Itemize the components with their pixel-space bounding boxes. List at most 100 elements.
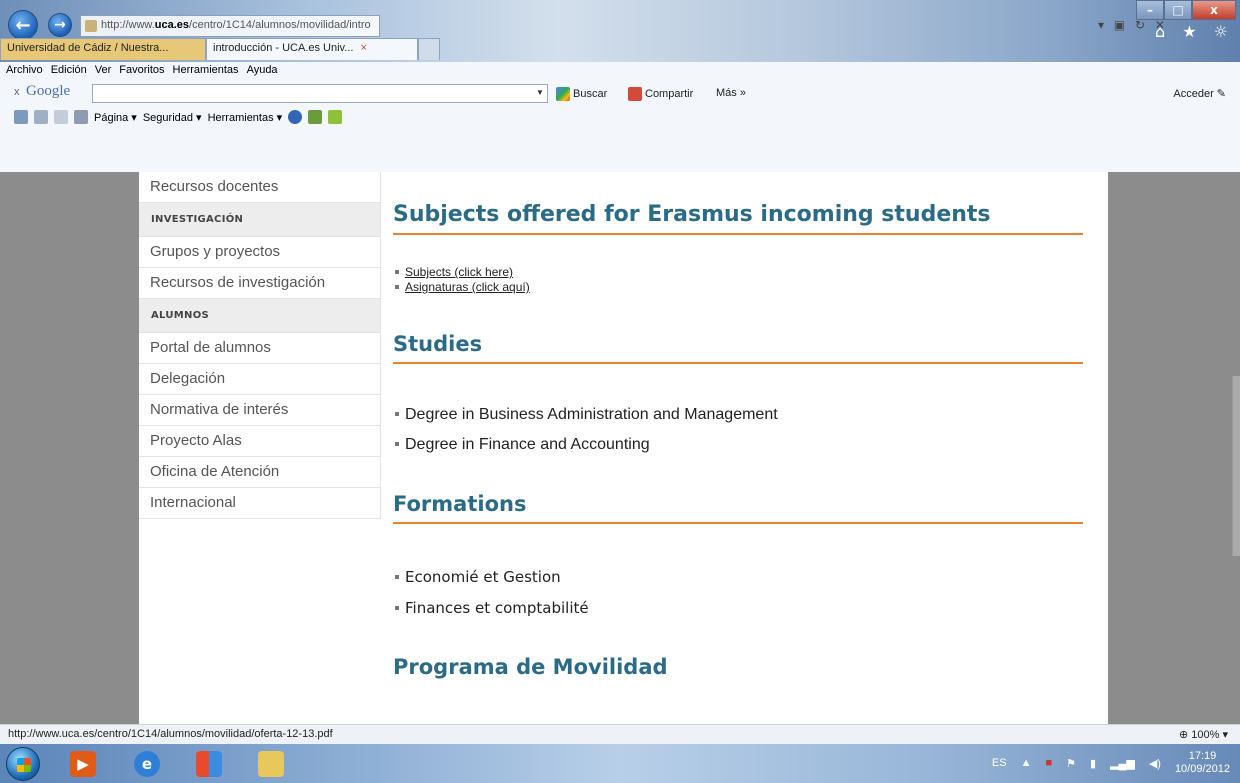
start-button[interactable] <box>6 747 40 781</box>
zoom-level: 100% <box>1191 729 1220 741</box>
sidebar-item-normativa[interactable]: Normativa de interés <box>139 395 380 426</box>
taskbar-security[interactable] <box>186 747 232 781</box>
google-search-input[interactable] <box>92 84 548 103</box>
bullet-icon <box>395 411 399 416</box>
list-item: Degree in Business Administration and Ma… <box>393 406 1083 424</box>
menu-seguridad[interactable]: Seguridad ▾ <box>143 111 202 124</box>
bullet-icon <box>395 574 399 579</box>
tab-introduccion[interactable]: introducción - UCA.es Univ... × <box>206 38 418 60</box>
google-toolbar: x Google ▼ Buscar Compartir Más » Accede… <box>0 80 1240 106</box>
google-share-label: Compartir <box>645 88 694 100</box>
address-bar[interactable]: http://www.uca.es/centro/1C14/alumnos/mo… <box>80 15 380 37</box>
close-window-button[interactable]: x <box>1192 0 1236 20</box>
minimize-button[interactable]: – <box>1136 0 1164 20</box>
formation-economie[interactable]: Economié et Gestion <box>405 568 561 586</box>
menu-favoritos[interactable]: Favoritos <box>119 64 164 78</box>
studies-list: Degree in Business Administration and Ma… <box>393 406 1083 454</box>
language-indicator[interactable]: ES <box>992 757 1007 769</box>
page-viewport[interactable]: Recursos docentes INVESTIGACIÓN Grupos y… <box>0 172 1240 724</box>
google-share-button[interactable]: Compartir <box>628 87 693 101</box>
sidebar-item-recursos-docentes[interactable]: Recursos docentes <box>139 172 380 203</box>
taskbar-clock[interactable]: 17:19 10/09/2012 <box>1175 750 1230 776</box>
taskbar-internet-explorer[interactable]: e <box>124 747 170 781</box>
site-favicon-icon <box>85 20 97 32</box>
forward-button[interactable]: → <box>48 13 72 37</box>
sidebar-item-internacional[interactable]: Internacional <box>139 488 380 519</box>
menu-edicion[interactable]: Edición <box>51 64 87 78</box>
menu-herramientas[interactable]: Herramientas <box>173 64 239 78</box>
google-signin-button[interactable]: Acceder ✎ <box>1173 87 1226 101</box>
taskbar-media-player[interactable]: ▶ <box>60 747 106 781</box>
back-button[interactable]: ← <box>8 10 38 40</box>
taskbar-file-explorer[interactable] <box>248 747 294 781</box>
sidebar-item-oficina[interactable]: Oficina de Atención <box>139 457 380 488</box>
maximize-button[interactable]: □ <box>1164 0 1192 20</box>
sidebar-item-delegacion[interactable]: Delegación <box>139 364 380 395</box>
url-domain: uca.es <box>154 19 190 31</box>
bullet-icon <box>395 605 399 610</box>
tab-universidad[interactable]: Universidad de Cádiz / Nuestra... <box>0 38 206 60</box>
chevron-down-icon[interactable]: ▼ <box>536 88 544 97</box>
command-bar: Página ▾ Seguridad ▾ Herramientas ▾ <box>0 106 1240 172</box>
feeds-icon[interactable] <box>34 110 48 124</box>
heading-subjects-offered: Subjects offered for Erasmus incoming st… <box>393 202 991 227</box>
new-tab-button[interactable] <box>418 38 440 60</box>
study-degree-business[interactable]: Degree in Business Administration and Ma… <box>405 406 778 423</box>
subjects-link-list: Subjects (click here) Asignaturas (click… <box>393 265 1083 294</box>
study-degree-finance[interactable]: Degree in Finance and Accounting <box>405 436 650 453</box>
google-toolbar-close-icon[interactable]: x <box>14 86 20 98</box>
sidebar-item-grupos[interactable]: Grupos y proyectos <box>139 237 380 268</box>
url-path: /centro/1C14/alumnos/movilidad/intro <box>189 19 371 31</box>
sidebar-item-alas[interactable]: Proyecto Alas <box>139 426 380 457</box>
asignaturas-link[interactable]: Asignaturas (click aquí) <box>405 280 530 294</box>
status-bar: http://www.uca.es/centro/1C14/alumnos/mo… <box>0 724 1240 744</box>
sidebar-item-portal[interactable]: Portal de alumnos <box>139 333 380 364</box>
print-icon[interactable] <box>74 110 88 124</box>
signal-icon[interactable]: ▂▄▆ <box>1110 757 1135 770</box>
menu-ver[interactable]: Ver <box>95 64 112 78</box>
menu-ayuda[interactable]: Ayuda <box>247 64 278 78</box>
bullet-icon <box>395 284 399 289</box>
share-icon <box>628 87 642 101</box>
internet-explorer-icon: e <box>134 751 160 777</box>
zoom-control[interactable]: ⊕ 100% ▾ <box>1179 728 1228 741</box>
menu-archivo[interactable]: Archivo <box>6 64 43 78</box>
sidebar-nav: Recursos docentes INVESTIGACIÓN Grupos y… <box>139 172 381 519</box>
vertical-scrollbar[interactable] <box>1232 376 1240 556</box>
research-icon[interactable] <box>308 110 323 124</box>
bullet-icon <box>395 269 399 274</box>
list-item: Economié et Gestion <box>393 568 1083 586</box>
mail-icon[interactable] <box>54 110 68 124</box>
tray-app-icon[interactable]: ■ <box>1046 757 1053 769</box>
formation-finances[interactable]: Finances et comptabilité <box>405 599 589 617</box>
close-tab-icon[interactable]: × <box>360 42 366 54</box>
list-item: Finances et comptabilité <box>393 599 1083 617</box>
menu-herramientas-cmd[interactable]: Herramientas ▾ <box>208 111 283 124</box>
heading-divider <box>393 522 1083 524</box>
network-icon[interactable]: ▮ <box>1090 757 1096 770</box>
subjects-link[interactable]: Subjects (click here) <box>405 265 513 279</box>
home-favorites-tools-icons[interactable]: ⌂ ★ ☼ <box>1155 22 1234 41</box>
list-item: Asignaturas (click aquí) <box>393 280 1083 294</box>
sidebar-item-recursos-investigacion[interactable]: Recursos de investigación <box>139 268 380 299</box>
leaf-icon[interactable] <box>328 110 343 124</box>
clock-time: 17:19 <box>1188 750 1217 762</box>
action-center-flag-icon[interactable]: ⚑ <box>1066 757 1076 770</box>
home-icon[interactable] <box>14 110 28 124</box>
google-logo: Google <box>26 83 71 99</box>
volume-icon[interactable]: ◀) <box>1149 757 1161 770</box>
tray-expand-icon[interactable]: ▲ <box>1021 757 1032 769</box>
browser-chrome: ← → http://www.uca.es/centro/1C14/alumno… <box>0 0 1240 172</box>
list-item: Subjects (click here) <box>393 265 1083 279</box>
google-more-button[interactable]: Más » <box>716 87 746 99</box>
menu-pagina[interactable]: Página ▾ <box>94 111 137 124</box>
bullet-icon <box>395 441 399 446</box>
sidebar-section-investigacion: INVESTIGACIÓN <box>139 203 380 237</box>
windows-taskbar: ▶ e ES ▲ ■ ⚑ ▮ ▂▄▆ ◀) 17:19 10/09/2012 <box>0 744 1240 783</box>
help-icon[interactable] <box>288 110 303 124</box>
google-search-button[interactable]: Buscar <box>556 87 607 101</box>
sidebar-section-alumnos: ALUMNOS <box>139 299 380 333</box>
heading-studies: Studies <box>393 332 483 356</box>
google-search-icon <box>556 87 570 101</box>
tab-label: introducción - UCA.es Univ... <box>213 42 354 54</box>
